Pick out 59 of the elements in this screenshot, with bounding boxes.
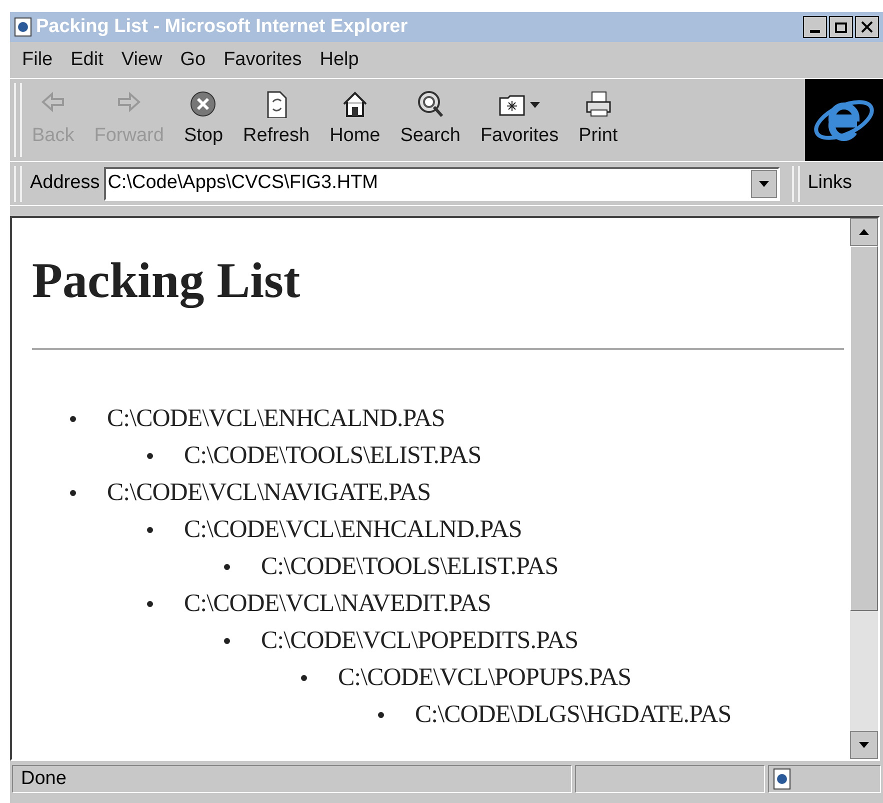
scroll-down-button[interactable] bbox=[850, 731, 878, 759]
list-item: C:\CODE\DLGS\HGDATE.PAS bbox=[415, 700, 732, 730]
page-icon bbox=[14, 17, 32, 37]
bullet-icon bbox=[224, 638, 230, 644]
close-icon bbox=[861, 21, 873, 33]
menu-item[interactable]: View bbox=[121, 46, 162, 74]
list-item: C:\CODE\TOOLS\ELIST.PAS bbox=[261, 552, 558, 582]
address-label: Address bbox=[30, 171, 100, 196]
maximize-button[interactable] bbox=[829, 16, 853, 38]
bullet-icon bbox=[70, 416, 76, 422]
list-item: C:\CODE\VCL\POPUPS.PAS bbox=[338, 662, 632, 693]
bullet-icon bbox=[224, 564, 230, 570]
search-icon bbox=[416, 90, 444, 118]
bullet-icon bbox=[70, 490, 76, 496]
stop-button[interactable]: Stop bbox=[174, 84, 234, 156]
home-button[interactable]: Home bbox=[320, 84, 390, 156]
bullet-icon bbox=[378, 712, 384, 718]
home-icon bbox=[340, 90, 369, 118]
favorites-button[interactable]: Favorites bbox=[470, 84, 569, 156]
scroll-thumb[interactable] bbox=[850, 246, 878, 611]
links-button[interactable]: Links bbox=[808, 169, 852, 198]
scrollbar[interactable] bbox=[850, 218, 878, 759]
bullet-icon bbox=[147, 600, 153, 606]
maximize-icon bbox=[835, 22, 847, 32]
search-button[interactable]: Search bbox=[390, 84, 470, 156]
menu-item[interactable]: Help bbox=[320, 46, 359, 74]
bullet-icon bbox=[147, 452, 153, 458]
menu-item[interactable]: File bbox=[22, 46, 53, 74]
status-text: Done bbox=[21, 766, 66, 791]
bullet-icon bbox=[301, 674, 307, 680]
bullet-icon bbox=[147, 526, 153, 532]
caret-icon bbox=[758, 180, 769, 186]
list-item: C:\CODE\VCL\POPEDITS.PAS bbox=[261, 626, 578, 656]
stop-icon bbox=[189, 90, 218, 118]
address-field[interactable]: C:\Code\Apps\CVCS\FIG3.HTM bbox=[104, 166, 780, 200]
print-button[interactable]: Print bbox=[568, 84, 628, 156]
list-item: C:\CODE\VCL\ENHCALND.PAS bbox=[107, 404, 445, 434]
minimize-icon bbox=[810, 30, 820, 33]
close-button[interactable] bbox=[855, 16, 879, 38]
menu-item[interactable]: Go bbox=[180, 46, 206, 74]
up-arrow-icon bbox=[859, 229, 869, 235]
menu-item[interactable]: Favorites bbox=[224, 46, 302, 74]
refresh-button[interactable]: Refresh bbox=[233, 84, 320, 156]
list-item: C:\CODE\VCL\ENHCALND.PAS bbox=[184, 514, 522, 545]
dropdown-button[interactable] bbox=[750, 170, 777, 198]
page-icon bbox=[773, 768, 791, 790]
toolbar-grip[interactable] bbox=[14, 166, 22, 202]
menu-item[interactable]: Edit bbox=[70, 46, 104, 74]
list-item: C:\CODE\VCL\NAVEDIT.PAS bbox=[184, 588, 491, 619]
window-title: Packing List - Microsoft Internet Explorer bbox=[36, 14, 409, 39]
down-arrow-icon bbox=[859, 742, 869, 748]
minimize-button[interactable] bbox=[803, 16, 827, 38]
page-heading: Packing List bbox=[32, 251, 302, 310]
toolbar-grip[interactable] bbox=[14, 83, 22, 157]
scroll-up-button[interactable] bbox=[850, 218, 878, 246]
toolbar-grip[interactable] bbox=[792, 166, 800, 202]
list-item: C:\CODE\TOOLS\ELIST.PAS bbox=[184, 440, 482, 471]
print-icon bbox=[584, 90, 612, 118]
list-item: C:\CODE\VCL\NAVIGATE.PAS bbox=[107, 478, 430, 508]
